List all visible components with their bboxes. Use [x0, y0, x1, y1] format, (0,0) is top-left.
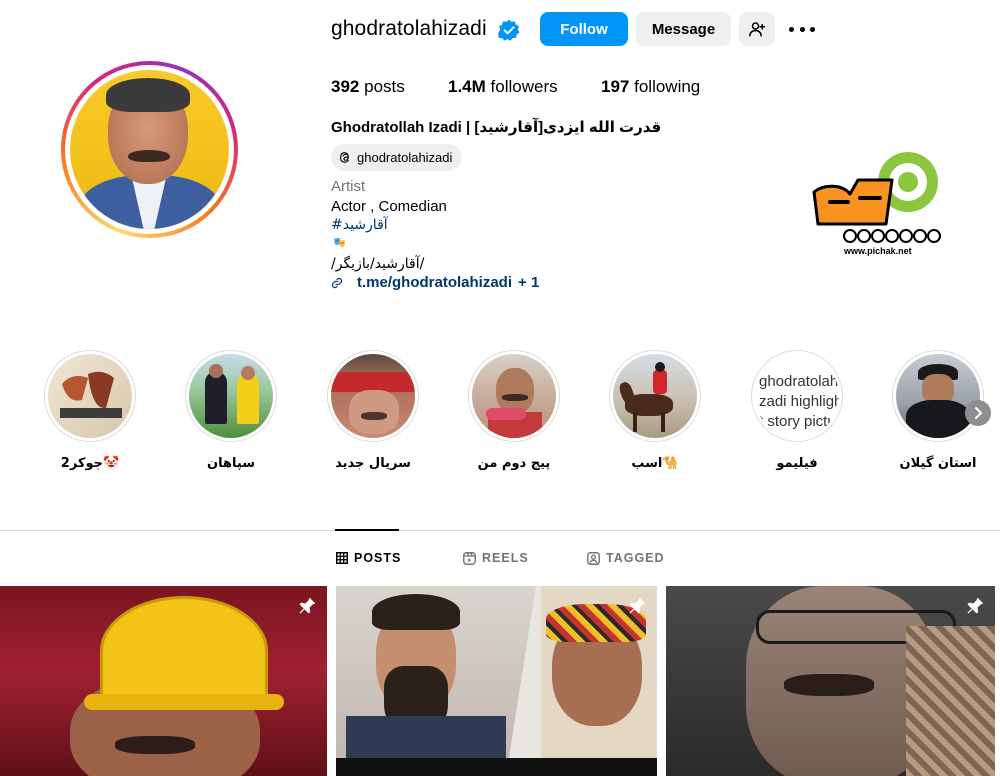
highlight-label: سپاهان	[207, 456, 255, 471]
highlight-new-series[interactable]: سریال جدید	[327, 350, 419, 471]
threads-icon	[340, 152, 350, 163]
tab-reels[interactable]: REELS	[463, 551, 529, 565]
follow-button[interactable]: Follow	[540, 12, 628, 46]
message-button[interactable]: Message	[636, 12, 731, 46]
highlights-next-button[interactable]	[965, 400, 991, 426]
post-thumbnail[interactable]	[336, 586, 657, 776]
bio-link[interactable]: t.me/ghodratolahizadi + 1	[331, 274, 539, 291]
highlight-label: سریال جدید	[335, 456, 411, 471]
tagged-icon	[587, 551, 600, 565]
post-thumbnail[interactable]	[0, 586, 327, 776]
active-tab-indicator	[335, 529, 399, 531]
performing-arts-emoji-icon	[334, 238, 345, 248]
pinned-icon	[967, 597, 984, 614]
username: ghodratolahizadi	[331, 17, 487, 40]
post-thumbnail[interactable]	[666, 586, 995, 776]
highlight-label: پیج دوم من	[477, 456, 551, 471]
bio-line: /آقارشید/بازیگر/	[331, 256, 425, 272]
highlight-joker-artwork	[60, 371, 122, 418]
tab-posts[interactable]: POSTS	[336, 551, 401, 565]
highlight-horse[interactable]: اسب🐪	[609, 350, 701, 471]
more-options-icon[interactable]	[789, 20, 815, 38]
threads-handle: ghodratolahizadi	[357, 150, 453, 165]
bio-link-url[interactable]: t.me/ghodratolahizadi	[357, 274, 512, 291]
link-icon	[331, 277, 343, 288]
verified-badge-icon	[498, 19, 520, 41]
reels-icon	[463, 551, 476, 565]
chevron-right-icon	[975, 407, 983, 419]
highlight-label: استان گیلان	[899, 456, 977, 471]
avatar-photo	[70, 70, 229, 229]
profile-category: Artist	[331, 178, 366, 195]
highlight-broken-image-alt: ghodratolahizadi highlight story picture	[759, 373, 839, 438]
highlight-second-page[interactable]: پیج دوم من	[468, 350, 560, 471]
suggested-users-button[interactable]	[739, 12, 775, 46]
highlight-sepahan[interactable]: سپاهان	[185, 350, 277, 471]
threads-badge[interactable]: ghodratolahizadi	[331, 144, 463, 171]
add-person-icon	[749, 22, 766, 37]
bio-link-more[interactable]: + 1	[518, 274, 539, 291]
highlight-filimo[interactable]: ghodratolahizadi highlight story picture…	[751, 350, 843, 471]
posts-count: 392 posts	[331, 77, 405, 96]
grid-icon	[336, 552, 348, 564]
bio-hashtag[interactable]: #آقارشید	[331, 217, 388, 233]
highlight-label: فیلیمو	[776, 456, 818, 471]
following-link[interactable]: 197 following	[601, 77, 700, 97]
highlight-joker2[interactable]: جوکر2🤡	[44, 350, 136, 471]
pinned-icon	[629, 597, 646, 614]
followers-link[interactable]: 1.4M followers	[448, 77, 558, 97]
bio-line: Actor , Comedian	[331, 198, 447, 215]
watermark-text: www.pichak.net	[843, 246, 912, 256]
full-name: Ghodratollah Izadi | قدرت الله ایزدی[آقا…	[331, 119, 662, 136]
highlight-label: جوکر2🤡	[60, 456, 120, 471]
highlight-label: اسب🐪	[631, 456, 679, 471]
profile-avatar[interactable]	[61, 61, 238, 238]
pinned-icon	[299, 597, 316, 614]
pichak-watermark-logo: www.pichak.net	[812, 152, 941, 256]
tab-tagged[interactable]: TAGGED	[587, 551, 665, 565]
tabs-divider	[0, 530, 1000, 531]
